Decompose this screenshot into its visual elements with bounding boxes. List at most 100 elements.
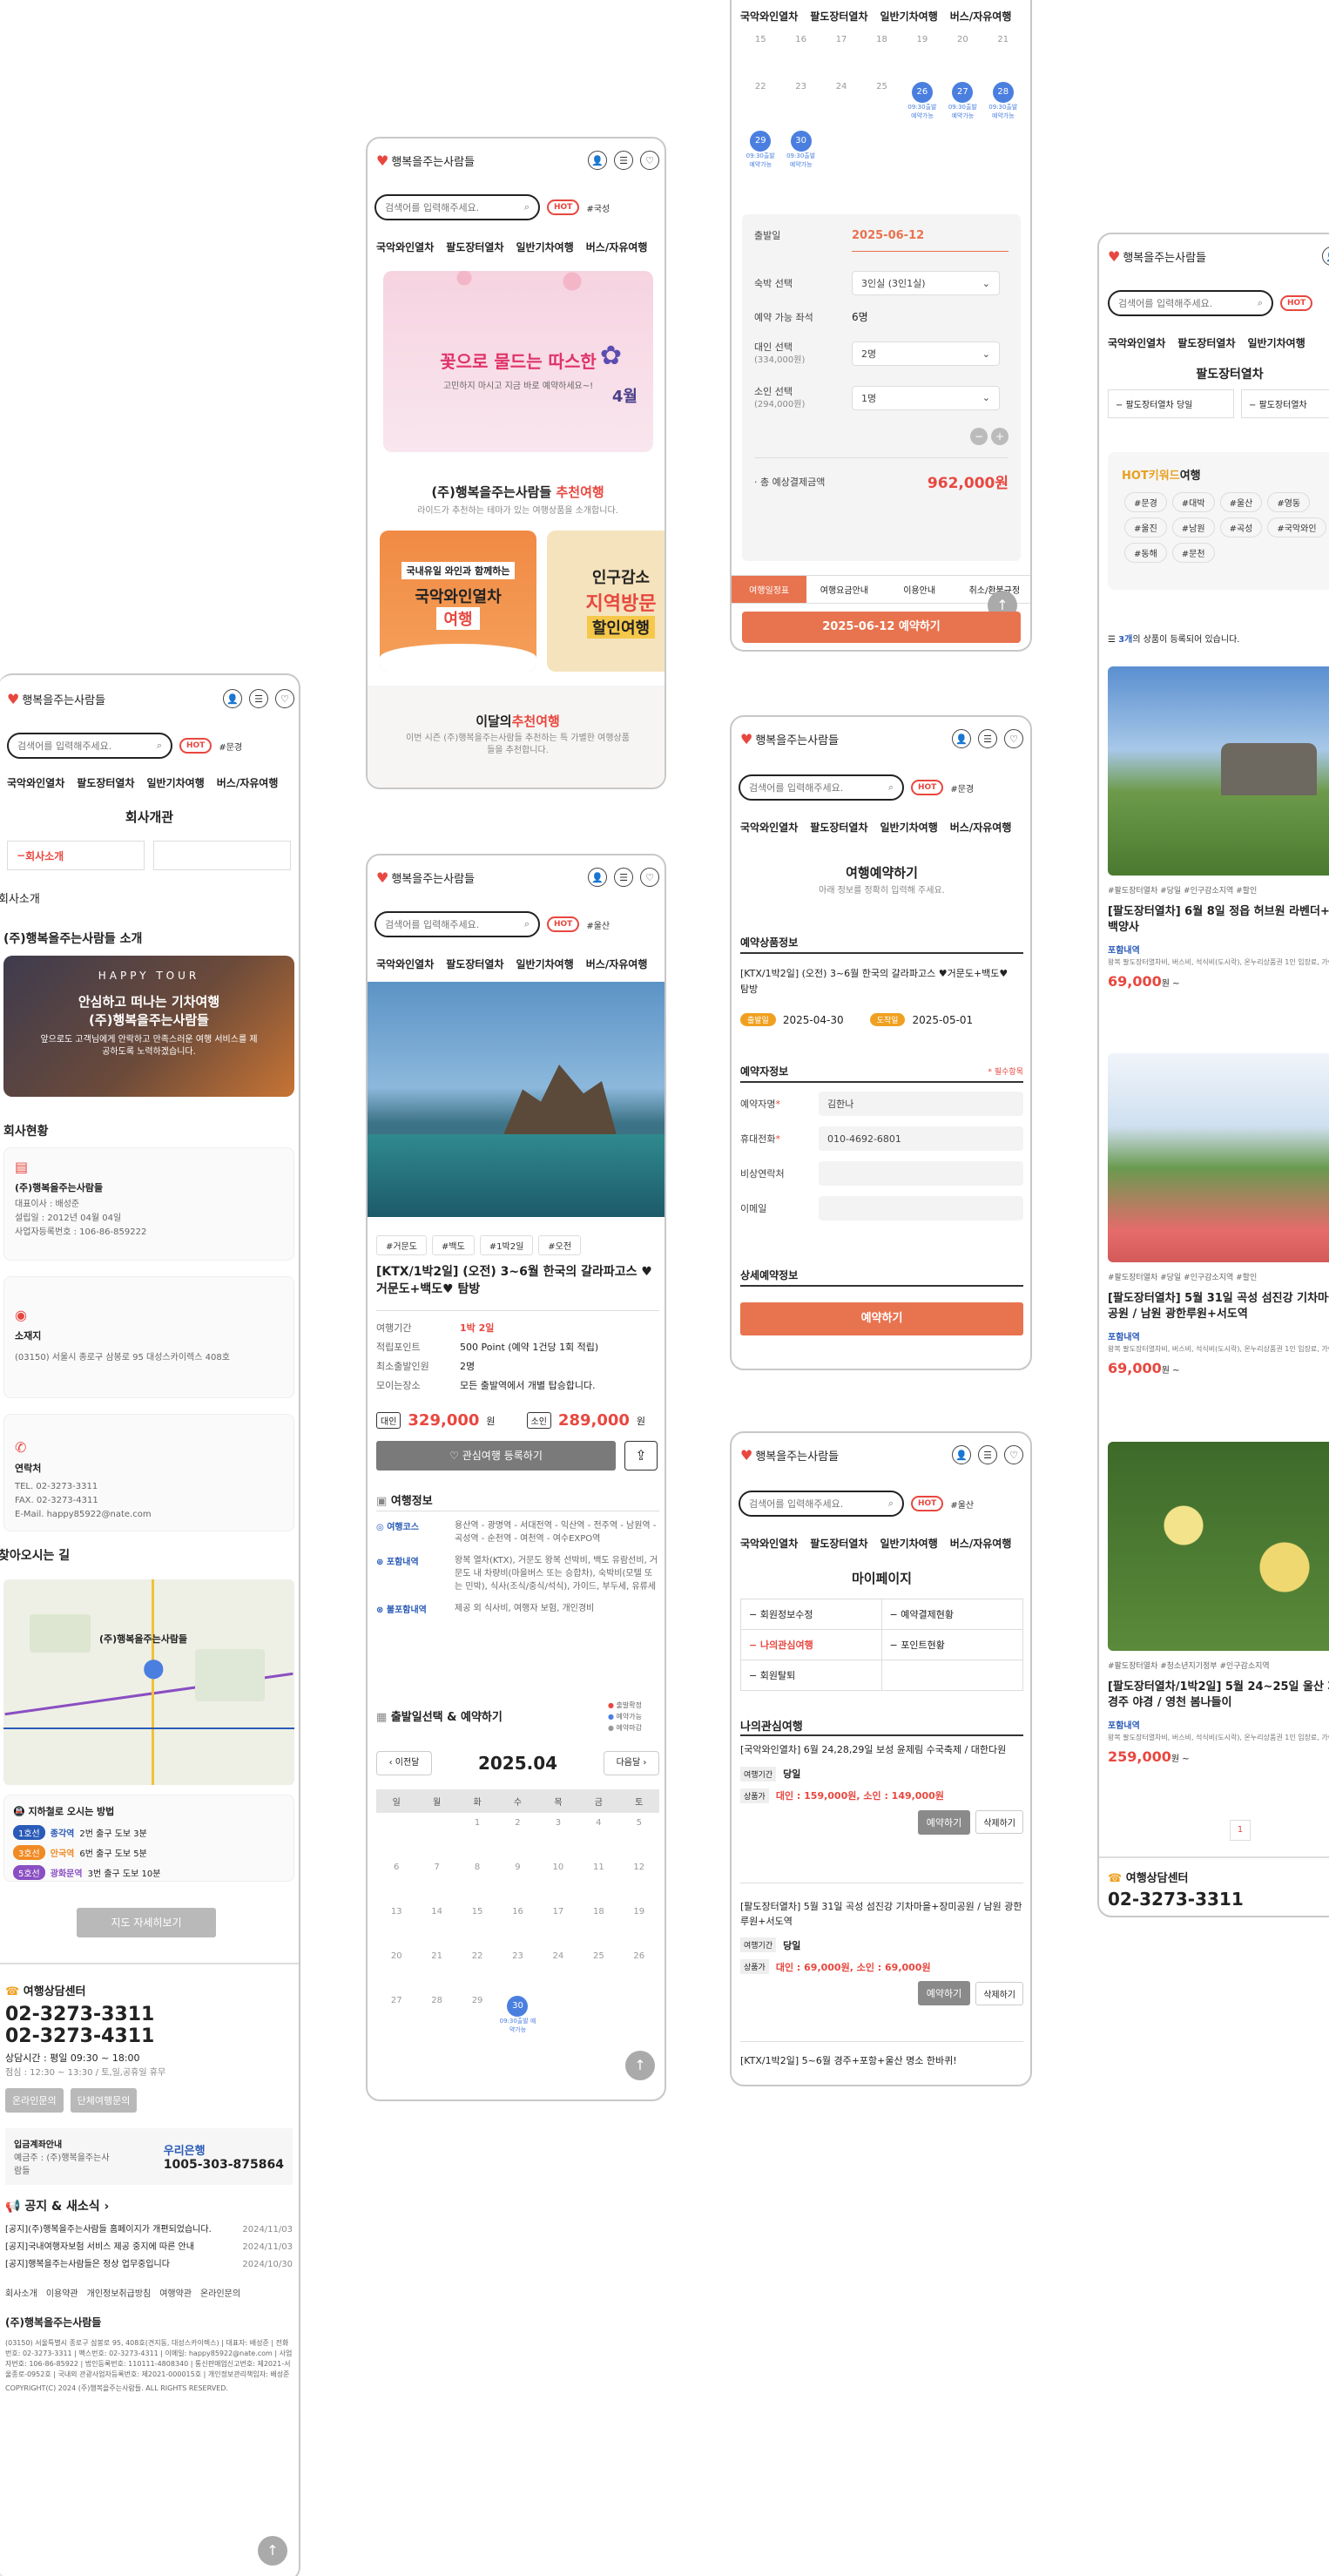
brand-logo[interactable]: ♥ 행복을주는사람들 <box>740 731 839 747</box>
nav-item[interactable]: 국악와인열차 <box>740 1536 798 1551</box>
phone-input[interactable]: 010-4692-6801 <box>819 1126 1023 1151</box>
nav-item[interactable]: 팔도장터열차 <box>446 240 503 254</box>
search-input[interactable]: 검색어를 입력해주세요. ⌕ <box>374 911 540 937</box>
calendar-day[interactable]: 21 <box>416 1951 456 1961</box>
calendar-day[interactable]: 5 <box>619 1818 659 1828</box>
menu-item[interactable]: − 회원정보수정 <box>740 1599 882 1630</box>
keyword-chip[interactable]: #곡성 <box>1219 517 1263 538</box>
calendar-day[interactable]: 12 <box>619 1863 659 1872</box>
hot-keyword[interactable]: #문경 <box>950 781 974 794</box>
nav-item[interactable]: 국악와인열차 <box>376 957 434 971</box>
calendar-day[interactable]: 18 <box>578 1907 618 1917</box>
minus-button[interactable]: − <box>970 428 988 446</box>
notice-item[interactable]: [공지](주)행복을주는사람들 홈페이지가 개편되었습니다. 2024/11/03 <box>5 2221 293 2239</box>
calendar-day[interactable]: 23 <box>497 1951 537 1961</box>
calendar-day[interactable]: 30 09:30출발 예약가능 <box>497 1996 537 2034</box>
product-card[interactable]: #팔도장터열차 #당일 #인구감소지역 #할인 [팔도장터열차] 6월 8일 정… <box>1108 666 1329 990</box>
keyword-chip[interactable]: #울진 <box>1124 517 1167 538</box>
stay-select[interactable]: 3인실 (3인1실) ⌄ <box>852 271 1000 295</box>
scroll-top-button[interactable]: ↑ <box>625 2051 655 2080</box>
hot-keyword[interactable]: #울산 <box>950 1498 974 1511</box>
nav-item[interactable]: 버스/자유여행 <box>950 9 1012 24</box>
delete-button[interactable]: 삭제하기 <box>975 1981 1023 2005</box>
calendar-day[interactable]: 24 <box>538 1951 578 1961</box>
nav-item[interactable]: 팔도장터열차 <box>446 957 503 971</box>
user-icon[interactable]: 👤 <box>588 868 607 887</box>
notice-item[interactable]: [공지]행복을주는사람들은 정상 업무중입니다 2024/10/30 <box>5 2256 293 2274</box>
nav-item[interactable]: 버스/자유여행 <box>217 775 279 790</box>
footer-link[interactable]: 이용약관 <box>46 2286 78 2299</box>
calendar-day[interactable]: 4 <box>578 1818 618 1828</box>
available-day-badge[interactable]: 30 <box>507 1996 529 2017</box>
search-icon[interactable]: ⌕ <box>157 740 162 752</box>
nav-item[interactable]: 국악와인열차 <box>376 240 434 254</box>
user-icon[interactable]: 👤 <box>588 151 607 170</box>
tab-company-intro[interactable]: − 회사소개 <box>7 841 145 870</box>
recommend-card[interactable]: 국내유일 와인과 함께하는 국악와인열차 여행 <box>380 531 536 672</box>
hot-badge[interactable]: HOT <box>911 780 944 795</box>
nav-item[interactable]: 일반기차여행 <box>880 9 938 24</box>
hot-keyword[interactable]: #문경 <box>219 740 242 753</box>
document-icon[interactable]: ☰ <box>978 729 997 748</box>
heart-icon[interactable]: ♡ <box>275 689 294 708</box>
keyword-chip[interactable]: #문천 <box>1171 543 1215 563</box>
book-button[interactable]: 예약하기 <box>917 1809 971 1835</box>
brand-logo[interactable]: ♥ 행복을주는사람들 <box>740 1447 839 1464</box>
search-icon[interactable]: ⌕ <box>524 918 530 930</box>
nav-item[interactable]: 국악와인열차 <box>740 820 798 835</box>
tab-empty[interactable] <box>153 841 291 870</box>
search-input[interactable]: 검색어를 입력해주세요. ⌕ <box>739 1491 904 1517</box>
calendar-day[interactable]: 19 <box>619 1907 659 1917</box>
product-tag[interactable]: #거문도 <box>376 1235 427 1255</box>
hot-badge[interactable]: HOT <box>179 738 213 754</box>
search-icon[interactable]: ⌕ <box>888 1498 894 1510</box>
filter-select[interactable]: − 팔도장터열차 당일 <box>1108 389 1234 418</box>
next-month-button[interactable]: 다음달 › <box>604 1751 659 1775</box>
keyword-chip[interactable]: #동해 <box>1124 543 1167 563</box>
calendar-day[interactable]: 2 <box>497 1818 537 1828</box>
calendar-day[interactable]: 28 <box>416 1996 456 2034</box>
search-input[interactable]: 검색어를 입력해주세요. ⌕ <box>739 774 904 801</box>
footer-link[interactable]: 회사소개 <box>5 2286 37 2299</box>
menu-item[interactable]: − 예약결제현황 <box>881 1599 1023 1630</box>
search-icon[interactable]: ⌕ <box>888 781 894 794</box>
nav-item[interactable]: 팔도장터열차 <box>77 775 134 790</box>
calendar-day[interactable]: 10 <box>538 1863 578 1872</box>
nav-item[interactable]: 일반기차여행 <box>880 1536 938 1551</box>
calendar-day[interactable]: 8 <box>457 1863 497 1872</box>
search-input[interactable]: 검색어를 입력해주세요. ⌕ <box>374 194 540 220</box>
calendar-day[interactable]: 26 <box>619 1951 659 1961</box>
heart-icon[interactable]: ♡ <box>640 151 659 170</box>
document-icon[interactable]: ☰ <box>978 1445 997 1464</box>
notice-item[interactable]: [공지]국내여행자보험 서비스 제공 중지에 따른 안내 2024/11/03 <box>5 2239 293 2256</box>
calendar-day[interactable]: 25 <box>578 1951 618 1961</box>
nav-item[interactable]: 팔도장터열차 <box>810 9 867 24</box>
nav-item[interactable]: 국악와인열차 <box>1108 335 1165 350</box>
name-input[interactable]: 김한나 <box>819 1092 1023 1116</box>
emergency-input[interactable] <box>819 1161 1023 1186</box>
calendar-day[interactable]: 11 <box>578 1863 618 1872</box>
hot-badge[interactable]: HOT <box>911 1496 944 1511</box>
footer-link[interactable]: 온라인문의 <box>200 2286 240 2299</box>
brand-logo[interactable]: ♥ 행복을주는사람들 <box>1108 248 1206 265</box>
delete-button[interactable]: 삭제하기 <box>975 1810 1023 1834</box>
available-day[interactable]: 29 09:30출발 예약가능 <box>740 131 780 169</box>
heart-icon[interactable]: ♡ <box>640 868 659 887</box>
calendar-day[interactable]: 27 <box>376 1996 416 2034</box>
document-icon[interactable]: ☰ <box>614 151 633 170</box>
group-inquiry-button[interactable]: 단체여행문의 <box>70 2088 138 2113</box>
calendar-day[interactable]: 17 <box>538 1907 578 1917</box>
recommend-card[interactable]: 인구감소 지역방문 할인여행 <box>547 531 664 672</box>
search-icon[interactable]: ⌕ <box>524 201 530 213</box>
search-icon[interactable]: ⌕ <box>1258 297 1263 309</box>
calendar-day[interactable]: 13 <box>376 1907 416 1917</box>
keyword-chip[interactable]: #울산 <box>1219 492 1263 512</box>
available-day[interactable]: 27 09:30출발 예약가능 <box>942 82 982 120</box>
book-button[interactable]: 예약하기 <box>917 1981 971 2005</box>
plus-button[interactable]: + <box>991 428 1009 446</box>
calendar-day[interactable]: 6 <box>376 1863 416 1872</box>
hot-badge[interactable]: HOT <box>1280 295 1313 311</box>
nav-item[interactable]: 국악와인열차 <box>7 775 64 790</box>
calendar-day[interactable]: 9 <box>497 1863 537 1872</box>
pagination-page[interactable]: 1 <box>1230 1820 1251 1841</box>
